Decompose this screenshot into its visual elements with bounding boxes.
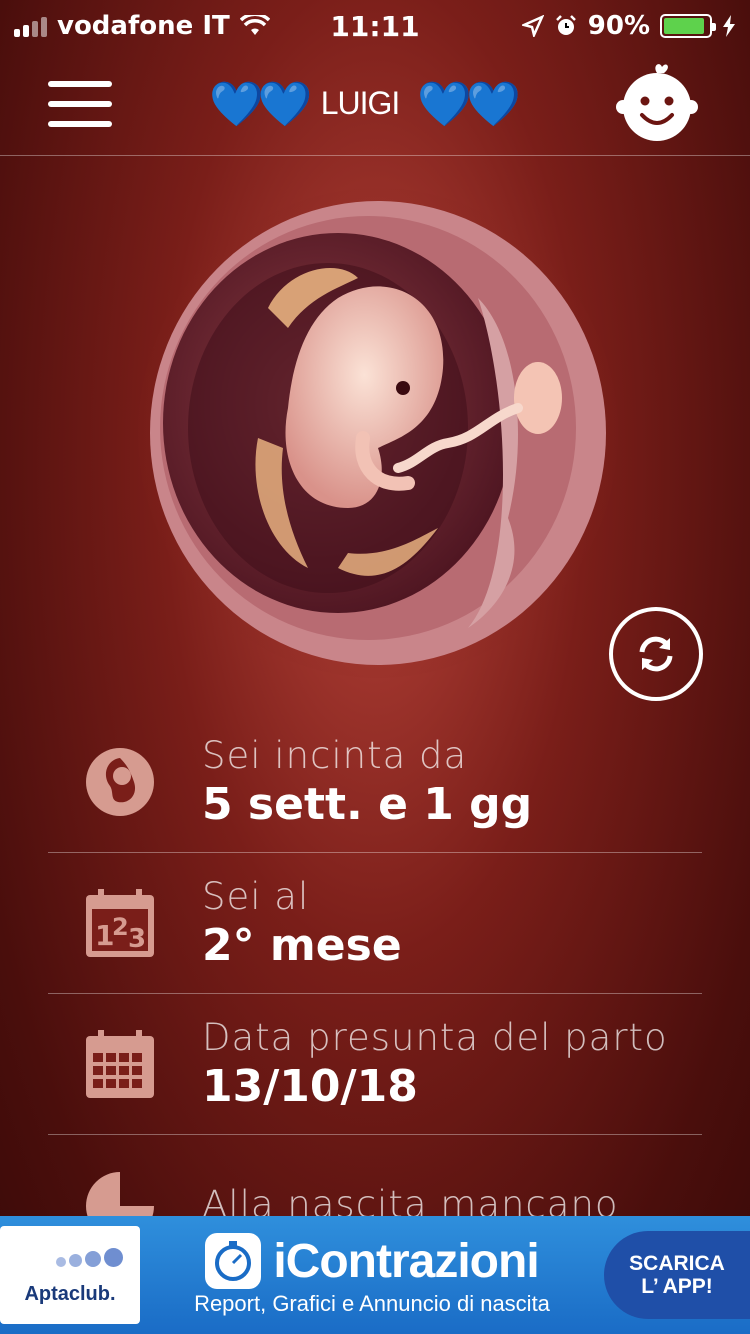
- info-row-due-date[interactable]: Data presunta del parto 13/10/18: [48, 994, 702, 1135]
- ad-title: iContrazioni: [273, 1234, 539, 1288]
- pregnancy-info-list: Sei incinta da 5 sett. e 1 gg 1 2 3 Sei …: [48, 712, 702, 1276]
- ad-brand: Aptaclub.: [24, 1283, 116, 1305]
- alarm-icon: [555, 15, 576, 35]
- cta-line-1: SCARICA: [629, 1251, 725, 1275]
- info-row-weeks[interactable]: Sei incinta da 5 sett. e 1 gg: [48, 712, 702, 853]
- baby-face-icon[interactable]: [612, 59, 702, 149]
- svg-text:2: 2: [112, 913, 129, 941]
- blue-hearts-icon: 💙💙: [417, 78, 521, 130]
- location-arrow-icon: [521, 15, 544, 37]
- calendar-grid-icon: [86, 1030, 154, 1098]
- wifi-icon: [239, 15, 270, 35]
- clock: 11:11: [330, 9, 420, 43]
- refresh-icon: [639, 636, 673, 672]
- battery-percent: 90%: [587, 11, 650, 41]
- aptaclub-logo: Aptaclub.: [0, 1226, 140, 1324]
- ad-banner[interactable]: Aptaclub. iContrazioni Report, Grafici e…: [0, 1216, 750, 1334]
- embryo-illustration: [138, 188, 618, 678]
- weeks-label: Sei incinta da: [202, 734, 468, 777]
- charging-bolt-icon: [723, 15, 735, 37]
- download-app-button[interactable]: SCARICA L’ APP!: [604, 1231, 750, 1319]
- battery-icon: [660, 14, 716, 38]
- baby-name: LUIGI: [320, 85, 401, 121]
- refresh-button[interactable]: [609, 607, 703, 701]
- info-row-month[interactable]: 1 2 3 Sei al 2° mese: [48, 853, 702, 994]
- due-date-label: Data presunta del parto: [202, 1016, 668, 1059]
- header-title: 💙💙 LUIGI 💙💙: [209, 78, 521, 130]
- status-bar: vodafone IT 11:11 90%: [0, 0, 750, 52]
- logo-dots-icon: [56, 1248, 123, 1267]
- month-label: Sei al: [202, 875, 310, 918]
- month-value: 2° mese: [202, 920, 402, 971]
- ad-subtitle: Report, Grafici e Annuncio di nascita: [194, 1291, 550, 1316]
- signal-icon: [14, 15, 47, 37]
- weeks-value: 5 sett. e 1 gg: [202, 779, 533, 830]
- calendar-123-icon: 1 2 3: [86, 889, 154, 957]
- embryo-circle-icon: [86, 748, 154, 816]
- menu-icon[interactable]: [48, 80, 112, 127]
- due-date-value: 13/10/18: [202, 1061, 418, 1112]
- svg-text:3: 3: [128, 924, 146, 954]
- cta-line-2: L’ APP!: [641, 1275, 713, 1298]
- carrier-name: vodafone IT: [57, 11, 230, 41]
- app-header: 💙💙 LUIGI 💙💙: [0, 52, 750, 156]
- blue-hearts-icon: 💙💙: [209, 78, 313, 130]
- stopwatch-icon: [205, 1233, 262, 1289]
